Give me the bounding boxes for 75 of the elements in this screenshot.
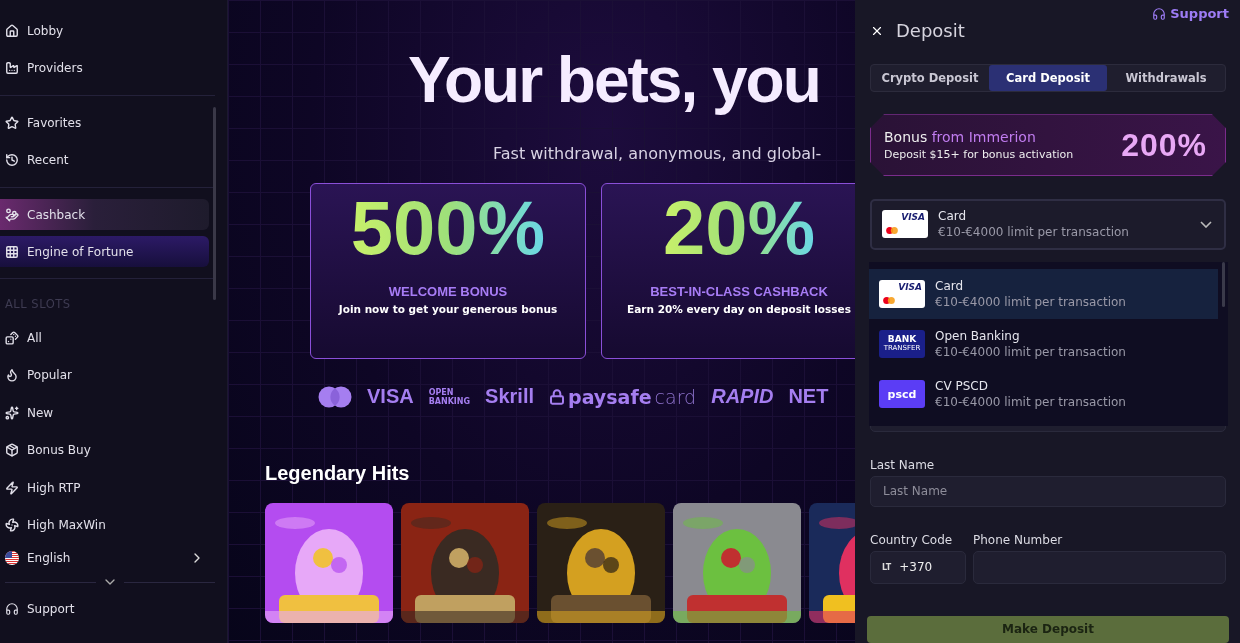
box-icon — [5, 443, 19, 458]
bonus-percent: 200% — [1121, 126, 1207, 164]
headset-icon — [1152, 6, 1167, 21]
dice-icon — [5, 330, 19, 345]
field-label: Phone Number — [973, 532, 1064, 547]
payment-logo: NET — [788, 385, 829, 408]
method-limit: €10-€4000 limit per transaction — [938, 225, 1130, 240]
hero-subtitle: Fast withdrawal, anonymous, and global- — [493, 144, 823, 163]
last-name-field[interactable]: Last Name — [870, 475, 1226, 507]
payment-logo: Skrill — [485, 385, 535, 408]
payment-logo: VISA — [367, 385, 414, 408]
sidebar-item[interactable]: High RTP — [0, 469, 227, 507]
promo-title: WELCOME BONUS — [388, 284, 508, 299]
tab[interactable]: Withdrawals — [1107, 65, 1225, 92]
lightning-icon — [5, 480, 19, 495]
scrollbar[interactable] — [1222, 262, 1225, 307]
card-logo: VISA — [882, 210, 928, 239]
bonus-title: Bonus from Immerion — [884, 129, 1037, 146]
method-limit: €10-€4000 limit per transaction — [935, 295, 1127, 309]
method-option[interactable]: pscd CV PSCD €10-€4000 limit per transaction — [869, 369, 1218, 419]
sidebar-item[interactable]: Recent — [0, 141, 227, 179]
country-code-field[interactable]: LT +370 — [870, 550, 966, 584]
home-icon — [5, 23, 19, 38]
promo-card[interactable]: 500% WELCOME BONUS Join now to get your generous bonus — [310, 183, 586, 359]
method-limit: €10-€4000 limit per transaction — [935, 395, 1127, 409]
sidebar-item[interactable]: Lobby — [0, 12, 227, 50]
history-icon — [5, 153, 19, 168]
panel-title: Deposit — [896, 20, 965, 41]
promo-title: BEST-IN-CLASS CASHBACK — [650, 284, 828, 299]
support-link[interactable]: Support — [1152, 6, 1229, 21]
field-label: Last Name — [870, 457, 936, 472]
field-label: Country Code — [870, 532, 954, 547]
card-logo: VISA — [879, 280, 925, 308]
promo-subtitle: Earn 20% every day on deposit losses — [627, 303, 851, 315]
method-limit: €10-€4000 limit per transaction — [935, 345, 1127, 359]
method-title: Card — [935, 279, 965, 293]
payment-logo: OPEN BANKING — [428, 387, 471, 406]
sidebar-item[interactable]: Popular — [0, 356, 227, 394]
hand-coin-icon — [5, 207, 19, 222]
flag-icon — [5, 551, 19, 565]
method-title: CV PSCD — [935, 379, 989, 393]
tab[interactable]: Card Deposit — [989, 65, 1107, 92]
payment-logo: RAPID — [711, 385, 774, 408]
sidebar-item[interactable]: Cashback — [0, 199, 209, 230]
hero-title: Your bets, you — [408, 43, 820, 118]
method-title: Card — [938, 209, 968, 224]
chevron-down-icon[interactable] — [1200, 220, 1212, 228]
support-link[interactable]: Support — [0, 590, 227, 628]
method-option[interactable]: VISA Card €10-€4000 limit per transaction — [869, 269, 1218, 319]
sidebar-item[interactable]: Favorites — [0, 104, 227, 142]
mastercard-logo — [318, 385, 352, 408]
sidebar-item[interactable]: New — [0, 394, 227, 432]
sparkles-icon — [5, 405, 19, 420]
promo-card[interactable]: 20% BEST-IN-CLASS CASHBACK Earn 20% every day on deposit losses — [601, 183, 855, 359]
promo-subtitle: Join now to get your generous bonus — [338, 303, 558, 315]
sidebar-item[interactable]: Engine of Fortune — [0, 236, 209, 267]
tab[interactable]: Crypto Deposit — [871, 65, 989, 92]
scrollbar[interactable] — [213, 107, 216, 300]
fan-icon — [5, 518, 19, 533]
payment-logo: paysafe card — [549, 385, 697, 408]
language-selector[interactable]: English — [0, 544, 227, 572]
star-icon — [5, 115, 19, 130]
bonus-subtitle: Deposit $15+ for bonus activation — [884, 148, 1074, 162]
method-title: Open Banking — [935, 329, 1021, 343]
payment-method-select[interactable]: VISA Card €10-€4000 limit per transaction — [870, 199, 1226, 250]
pscd-logo: pscd — [879, 380, 925, 408]
sidebar-item[interactable]: High MaxWin — [0, 506, 227, 544]
flame-icon — [5, 368, 19, 383]
sidebar-item[interactable]: All — [0, 319, 227, 357]
factory-icon — [5, 61, 19, 76]
sidebar-item[interactable]: Providers — [0, 49, 227, 87]
sidebar-item[interactable]: Bonus Buy — [0, 431, 227, 469]
headset-icon — [5, 601, 19, 616]
section-title: Legendary Hits — [265, 462, 411, 485]
grid-icon — [5, 244, 19, 259]
